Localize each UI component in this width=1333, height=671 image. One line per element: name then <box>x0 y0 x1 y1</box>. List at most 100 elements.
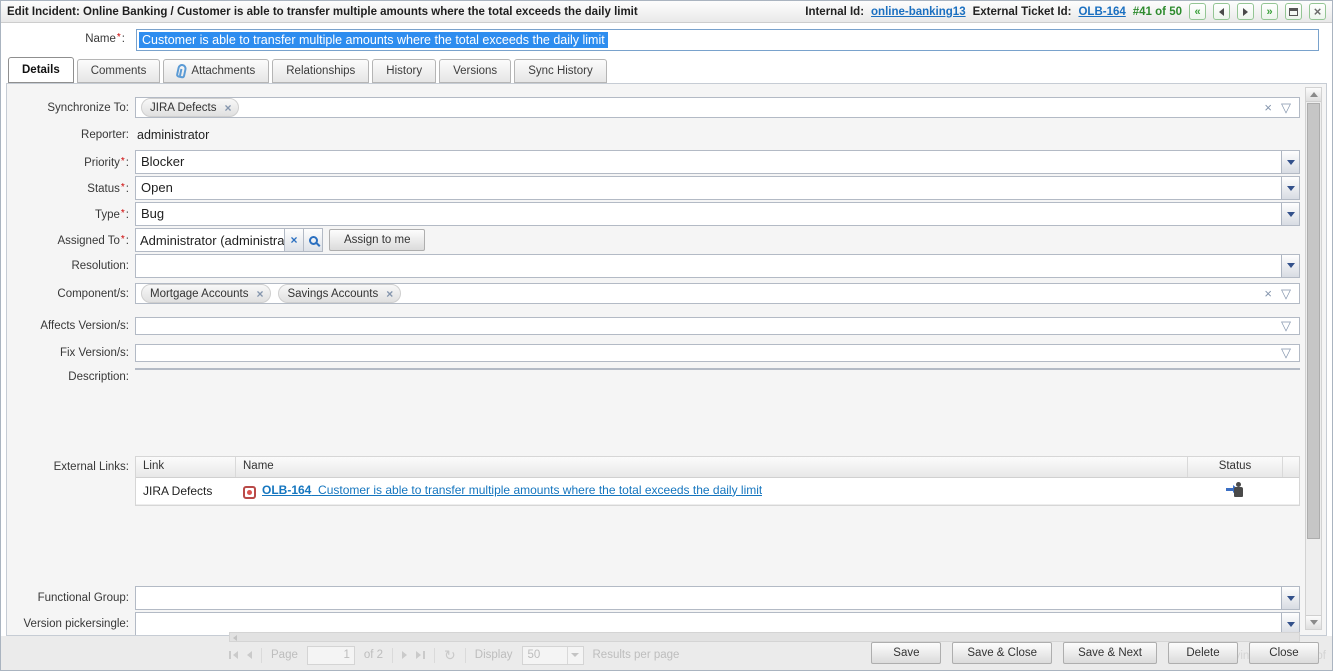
tab-versions[interactable]: Versions <box>439 59 511 83</box>
tab-details[interactable]: Details <box>8 57 74 83</box>
affects-versions-field[interactable]: ▽ <box>135 317 1300 335</box>
reporter-label: Reporter: <box>7 129 135 141</box>
assigned-to-clear-button[interactable]: × <box>285 228 304 252</box>
picker-triangle-icon[interactable]: ▽ <box>1281 286 1291 302</box>
column-header-name[interactable]: Name <box>236 457 1188 477</box>
components-label: Component/s: <box>7 288 135 300</box>
next-icon <box>1243 8 1248 16</box>
close-icon: × <box>1314 5 1322 18</box>
status-select[interactable]: Open <box>135 176 1300 200</box>
assigned-to-search-button[interactable] <box>304 228 323 252</box>
clear-field-icon[interactable]: × <box>1264 286 1272 301</box>
status-label: Status*: <box>7 182 135 195</box>
external-links-table: Link Name Status JIRA Defects OLB-164 Cu… <box>135 456 1300 506</box>
column-header-spacer <box>1283 457 1299 477</box>
version-pickersingle-label: Version pickersingle: <box>7 618 135 630</box>
display-label: Display <box>475 649 513 661</box>
maximize-icon <box>1289 8 1298 16</box>
resolution-select[interactable] <box>135 254 1300 278</box>
titlebar-meta: Internal Id: online-banking13 External T… <box>805 3 1326 20</box>
scroll-down-button[interactable] <box>1306 615 1321 629</box>
description-label: Description: <box>7 368 135 383</box>
close-button[interactable]: Close <box>1249 642 1319 664</box>
fix-versions-field[interactable]: ▽ <box>135 344 1300 362</box>
reporter-value: administrator <box>135 128 209 142</box>
description-textarea[interactable]: Project: Online Banking Package: Transfe… <box>135 368 1300 370</box>
status-dropdown-button[interactable] <box>1281 177 1299 199</box>
synchronize-to-field[interactable]: JIRA Defects × × ▽ <box>135 97 1300 118</box>
issue-link[interactable]: OLB-164 Customer is able to transfer mul… <box>262 483 762 497</box>
action-buttons: Save Save & Close Save & Next Delete Clo… <box>871 642 1319 664</box>
delete-button[interactable]: Delete <box>1168 642 1238 664</box>
fix-versions-row: Fix Version/s: ▽ <box>7 340 1326 365</box>
tab-comments[interactable]: Comments <box>77 59 161 83</box>
scroll-down-button[interactable] <box>1284 368 1298 370</box>
picker-triangle-icon[interactable]: ▽ <box>1281 318 1291 334</box>
tab-attachments[interactable]: Attachments <box>163 59 269 83</box>
page-prev-icon <box>247 651 252 659</box>
remove-tag-icon[interactable]: × <box>382 287 397 301</box>
page-next-icon <box>402 651 407 659</box>
status-cell <box>1188 482 1283 500</box>
assigned-to-row: Assigned To*: Administrator (administrat… <box>7 228 1326 252</box>
priority-dropdown-button[interactable] <box>1281 151 1299 173</box>
background-pagination: Page 1 of 2 ↻ Display 50 Results per pag… <box>229 642 679 668</box>
previous-icon <box>1219 8 1224 16</box>
column-header-link[interactable]: Link <box>136 457 236 477</box>
chevron-down-icon <box>1287 263 1295 268</box>
save-and-close-button[interactable]: Save & Close <box>952 642 1052 664</box>
details-panel: Synchronize To: JIRA Defects × × ▽ <box>6 83 1327 636</box>
sync-status-person-icon <box>1226 482 1245 497</box>
issue-name-cell: OLB-164 Customer is able to transfer mul… <box>236 483 1188 500</box>
internal-id-link[interactable]: online-banking13 <box>871 6 966 18</box>
status-row: Status*: Open <box>7 176 1326 200</box>
save-and-next-button[interactable]: Save & Next <box>1063 642 1157 664</box>
background-hscrollbar <box>229 632 1300 642</box>
resolution-dropdown-button[interactable] <box>1281 255 1299 277</box>
paperclip-icon <box>176 63 188 79</box>
scroll-up-icon <box>1310 92 1318 97</box>
component-tag-savings-accounts: Savings Accounts × <box>278 284 401 303</box>
last-record-button[interactable]: » <box>1261 3 1278 20</box>
column-header-status[interactable]: Status <box>1188 457 1283 477</box>
tab-sync-history[interactable]: Sync History <box>514 59 607 83</box>
functional-group-dropdown-button[interactable] <box>1281 587 1299 609</box>
scrollbar-thumb[interactable] <box>1307 103 1320 539</box>
last-icon: » <box>1266 6 1272 18</box>
component-tag-mortgage-accounts: Mortgage Accounts × <box>141 284 271 303</box>
previous-record-button[interactable] <box>1213 3 1230 20</box>
footer: Page 1 of 2 ↻ Display 50 Results per pag… <box>1 636 1332 670</box>
remove-tag-icon[interactable]: × <box>252 287 267 301</box>
assigned-to-input[interactable]: Administrator (administrat <box>135 228 285 252</box>
resolution-value <box>136 255 1281 277</box>
tab-history[interactable]: History <box>372 59 436 83</box>
clear-field-icon[interactable]: × <box>1264 100 1272 115</box>
results-per-page-label: Results per page <box>593 649 680 661</box>
priority-select[interactable]: Blocker <box>135 150 1300 174</box>
priority-label: Priority*: <box>7 156 135 169</box>
form-scrollbar[interactable] <box>1305 87 1322 630</box>
assign-to-me-button[interactable]: Assign to me <box>329 229 425 251</box>
remove-tag-icon[interactable]: × <box>220 101 235 115</box>
table-row: JIRA Defects OLB-164 Customer is able to… <box>136 478 1299 505</box>
external-id-link[interactable]: OLB-164 <box>1078 6 1125 18</box>
page-of-label: of 2 <box>364 649 383 661</box>
save-button[interactable]: Save <box>871 642 941 664</box>
scroll-up-button[interactable] <box>1306 88 1321 102</box>
picker-triangle-icon[interactable]: ▽ <box>1281 345 1291 361</box>
maximize-button[interactable] <box>1285 3 1302 20</box>
functional-group-value <box>136 587 1281 609</box>
type-select[interactable]: Bug <box>135 202 1300 226</box>
tab-relationships[interactable]: Relationships <box>272 59 369 83</box>
scroll-down-icon <box>1310 620 1318 625</box>
bug-icon <box>243 486 256 499</box>
type-dropdown-button[interactable] <box>1281 203 1299 225</box>
components-field[interactable]: Mortgage Accounts × Savings Accounts × ×… <box>135 283 1300 304</box>
functional-group-label: Functional Group: <box>7 592 135 604</box>
first-record-button[interactable]: « <box>1189 3 1206 20</box>
next-record-button[interactable] <box>1237 3 1254 20</box>
picker-triangle-icon[interactable]: ▽ <box>1281 100 1291 116</box>
close-window-button[interactable]: × <box>1309 3 1326 20</box>
name-input[interactable]: Customer is able to transfer multiple am… <box>136 29 1319 51</box>
functional-group-select[interactable] <box>135 586 1300 610</box>
